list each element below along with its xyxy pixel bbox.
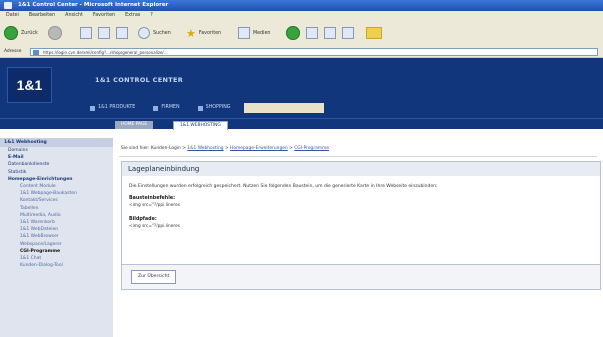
- ie-icon: [4, 2, 12, 9]
- browser-toolbar: Zurück Suchen ★ Favoriten Medien: [0, 21, 603, 48]
- stop-icon: [80, 27, 92, 39]
- window-title: 1&1 Control Center - Microsoft Internet …: [18, 2, 169, 8]
- history-button[interactable]: [286, 25, 300, 41]
- main-content: Sie sind hier: Kunden-Login > 1&1 Webhos…: [113, 138, 603, 337]
- favorites-button[interactable]: ★ Favoriten: [186, 25, 221, 41]
- address-label: Adresse: [4, 49, 22, 54]
- sidebar-items: Domains E-Mail Datenbankdienste Statistik Ho…: [0, 147, 113, 269]
- field-value-bildpfade[interactable]: <img src="?/ppi.lineres: [129, 224, 180, 229]
- print-icon: [324, 27, 336, 39]
- sidebar-item[interactable]: 1&1 WebDateien: [0, 226, 113, 233]
- home-icon: [116, 27, 128, 39]
- search-button[interactable]: Suchen: [138, 25, 171, 41]
- refresh-icon: [98, 27, 110, 39]
- stop-button[interactable]: [80, 25, 92, 41]
- media-button[interactable]: Medien: [238, 25, 270, 41]
- mail-button[interactable]: [306, 25, 318, 41]
- sidebar-item[interactable]: Kontakt/Services: [0, 197, 113, 204]
- site-header: 1&1 1&1 CONTROL CENTER 1&1 PRODUKTE FIRM…: [0, 58, 603, 118]
- address-bar: Adresse https://login.cvn.de/xml/config?…: [0, 47, 603, 58]
- breadcrumb-link-erweiterungen[interactable]: Homepage-Erweiterungen: [230, 146, 288, 151]
- nav-tab-firmen[interactable]: FIRMEN: [148, 103, 184, 113]
- forward-button[interactable]: [48, 25, 62, 41]
- overview-button[interactable]: Zur Übersicht: [131, 270, 177, 284]
- app-title: 1&1 CONTROL CENTER: [95, 76, 184, 84]
- edit-icon: [342, 27, 354, 39]
- nav-tab-shopping[interactable]: SHOPPING: [193, 103, 236, 113]
- tab-webhosting[interactable]: 1&1 WEBHOSTING: [173, 121, 228, 130]
- forward-arrow-icon: [48, 26, 62, 40]
- sidebar-item[interactable]: Statistik: [0, 169, 113, 176]
- sidebar-item[interactable]: E-Mail: [0, 154, 113, 161]
- back-arrow-icon: [4, 26, 18, 40]
- nav-tab-active[interactable]: [243, 103, 324, 113]
- menu-datei[interactable]: Datei: [6, 11, 19, 21]
- sidebar-item[interactable]: 1&1 Chat: [0, 255, 113, 262]
- sidebar-item[interactable]: 1&1 WebBrowser: [0, 233, 113, 240]
- menu-extras[interactable]: Extras: [125, 11, 140, 21]
- star-icon: ★: [186, 26, 196, 40]
- home-button[interactable]: [116, 25, 128, 41]
- success-message: Die Einstellungen wurden erfolgreich ges…: [129, 184, 438, 189]
- sidebar-item[interactable]: Multimedia, Audio: [0, 212, 113, 219]
- field-label-bildpfade: Bildpfade:: [129, 217, 157, 222]
- menu-bar: Datei Bearbeiten Ansicht Favoriten Extra…: [0, 11, 603, 21]
- field-label-baustein: Bausteinbefehle:: [129, 196, 176, 201]
- divider: [119, 156, 597, 157]
- print-button[interactable]: [324, 25, 336, 41]
- page-icon: [33, 50, 39, 55]
- window-title-bar: 1&1 Control Center - Microsoft Internet …: [0, 0, 603, 11]
- sidebar-item[interactable]: Tabellen: [0, 205, 113, 212]
- breadcrumb-link-cgi[interactable]: CGI-Programme: [294, 146, 329, 151]
- sub-nav: HOME PAGE 1&1 WEBHOSTING: [0, 118, 603, 130]
- edit-button[interactable]: [342, 25, 354, 41]
- sidebar-item[interactable]: Homepage-Einrichtungen: [0, 176, 113, 183]
- bullet-icon: [90, 105, 95, 111]
- folder-button[interactable]: [366, 25, 382, 41]
- bullet-icon: [153, 105, 159, 111]
- address-input[interactable]: https://login.cvn.de/xml/config?.../shop…: [30, 48, 598, 56]
- panel-title: Lageplaneinbindung: [122, 162, 600, 176]
- mail-icon: [306, 27, 318, 39]
- folder-icon: [366, 27, 382, 39]
- sidebar-item[interactable]: Datenbankdienste: [0, 161, 113, 168]
- breadcrumb: Sie sind hier: Kunden-Login > 1&1 Webhos…: [121, 146, 330, 151]
- breadcrumb-link-webhosting[interactable]: 1&1 Webhosting: [187, 146, 223, 151]
- sidebar-item[interactable]: Webspace/Lagerer: [0, 241, 113, 248]
- button-row: Zur Übersicht: [121, 264, 601, 290]
- result-panel: Lageplaneinbindung Die Einstellungen wur…: [121, 161, 601, 280]
- media-icon: [238, 27, 250, 39]
- sidebar-item[interactable]: Domains: [0, 147, 113, 154]
- menu-help[interactable]: ?: [150, 11, 153, 21]
- sidebar-item[interactable]: CGI-Programme: [0, 248, 113, 255]
- logo[interactable]: 1&1: [7, 67, 52, 103]
- bullet-icon: [197, 105, 203, 111]
- sidebar-item[interactable]: Content Module: [0, 183, 113, 190]
- tab-home-page[interactable]: HOME PAGE: [115, 121, 154, 129]
- sidebar-item[interactable]: Kunden-Dialog-Tool: [0, 262, 113, 269]
- nav-tab-produkte[interactable]: 1&1 PRODUKTE: [85, 103, 140, 113]
- menu-favoriten[interactable]: Favoriten: [93, 11, 115, 21]
- sidebar-item[interactable]: 1&1 Webpage-Baukasten: [0, 190, 113, 197]
- refresh-button[interactable]: [98, 25, 110, 41]
- main-nav: 1&1 PRODUKTE FIRMEN SHOPPING: [85, 103, 324, 113]
- sidebar-item[interactable]: 1&1 Warenkorb: [0, 219, 113, 226]
- history-icon: [286, 26, 300, 40]
- back-button[interactable]: Zurück: [4, 25, 38, 41]
- menu-ansicht[interactable]: Ansicht: [65, 11, 83, 21]
- field-value-baustein[interactable]: <img src="?/ppi.lineres: [129, 203, 180, 208]
- menu-bearbeiten[interactable]: Bearbeiten: [29, 11, 55, 21]
- sidebar: 1&1 Webhosting Domains E-Mail Datenbankdie…: [0, 138, 113, 337]
- sidebar-title[interactable]: 1&1 Webhosting: [0, 138, 113, 147]
- search-icon: [138, 27, 150, 39]
